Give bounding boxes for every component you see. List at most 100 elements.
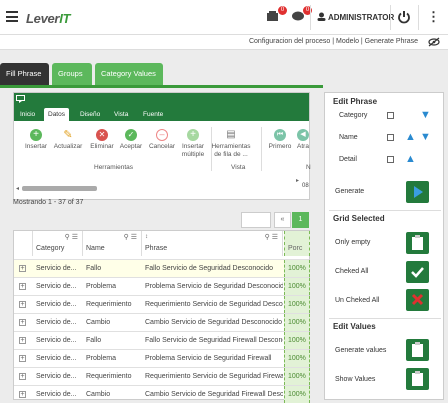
tab-category-values[interactable]: Category Values — [95, 63, 163, 85]
cell-porc: 100% — [284, 260, 310, 277]
name-checkbox[interactable] — [387, 134, 394, 141]
column-menu-icon[interactable]: ⚲ ☰ — [65, 233, 78, 241]
expand-row-icon[interactable]: + — [19, 319, 26, 326]
ribbon-scrollbar[interactable]: ◂ ▸ 08 — [14, 178, 309, 193]
column-header-category[interactable]: ⚲ ☰ Category — [33, 231, 83, 256]
ribbon-tab-datos[interactable]: Datos — [44, 108, 69, 121]
table-row[interactable]: + Servicio de... Problema Problema Servicio… — [14, 349, 310, 367]
tab-fill-phrase[interactable]: Fill Phrase — [0, 63, 49, 85]
ribbon-tab-diseno[interactable]: Diseño — [76, 108, 104, 121]
logo-accent: IT — [59, 11, 71, 26]
cell-phrase: Problema Servicio de Seguridad Firewall — [145, 355, 272, 362]
more-vertical-icon[interactable]: ⋮ — [427, 10, 440, 23]
accept-button[interactable]: ✓ Aceptar — [117, 129, 145, 151]
hide-eye-icon[interactable] — [428, 37, 440, 49]
table-row[interactable]: + Servicio de... Cambio Cambio Servicio de … — [14, 313, 310, 331]
only-empty-button[interactable] — [406, 232, 429, 254]
insert-multiple-button[interactable]: + Insertar múltiple — [178, 129, 208, 159]
records-count: Mostrando 1 - 37 of 37 — [13, 199, 84, 206]
table-row[interactable]: + Servicio de... Cambio Cambio Servicio de … — [14, 385, 310, 403]
table-row[interactable]: + Servicio de... Requerimiento Requerimient… — [14, 367, 310, 385]
move-down-icon[interactable]: ▼ — [420, 110, 431, 121]
cell-name: Requerimiento — [86, 301, 132, 308]
expand-row-icon[interactable]: + — [19, 337, 26, 344]
edit-panel: Edit Phrase Category ▼ Name ▲ ▼ Detail ▲… — [324, 92, 444, 400]
notification-badge: 0 — [278, 6, 287, 15]
first-button[interactable]: ⏮ Primero — [266, 129, 294, 151]
accept-label: Aceptar — [119, 143, 143, 150]
column-label-phrase: Phrase — [145, 245, 168, 252]
notifications-icon[interactable]: 0 — [266, 6, 287, 24]
delete-button[interactable]: ✕ Eliminar — [88, 129, 116, 151]
expand-row-icon[interactable]: + — [19, 265, 26, 272]
breadcrumb-bar: Configuracion del proceso | Modelo | Gen… — [0, 35, 448, 50]
column-menu-icon[interactable]: ⚲ ☰ — [124, 233, 137, 241]
cancel-icon: – — [156, 129, 168, 141]
unchecked-all-button[interactable] — [406, 289, 429, 311]
divider — [418, 5, 419, 30]
column-header-porc[interactable]: Porc — [284, 231, 310, 256]
scroll-right-icon[interactable]: ▸ — [296, 177, 299, 184]
menu-icon[interactable] — [6, 11, 18, 22]
cell-porc: 100% — [284, 332, 310, 349]
group-label-nav: N — [306, 164, 311, 171]
column-menu-icon[interactable]: ⚲ ☰ — [265, 233, 278, 241]
check-icon: ✓ — [125, 129, 137, 141]
ribbon-tab-inicio[interactable]: Inicio — [16, 108, 39, 121]
column-header-phrase[interactable]: ↕ ⚲ ☰ Phrase — [142, 231, 283, 256]
cell-name: Cambio — [86, 391, 111, 398]
cell-category: Servicio de... — [36, 283, 77, 290]
insert-button[interactable]: + Insertar — [22, 129, 50, 151]
table-row[interactable]: + Servicio de... Problema Problema Servicio… — [14, 277, 310, 295]
cell-name: Requerimiento — [86, 373, 132, 380]
expand-row-icon[interactable]: + — [19, 301, 26, 308]
back-button[interactable]: ◀ Atra — [296, 129, 310, 151]
column-label-category: Category — [36, 245, 65, 252]
messages-icon[interactable]: 0 — [291, 6, 312, 24]
pager-input[interactable] — [241, 212, 271, 228]
table-row[interactable]: + Servicio de... Requerimiento Requerimient… — [14, 295, 310, 313]
move-down-icon[interactable]: ▼ — [420, 132, 431, 143]
checked-all-button[interactable] — [406, 261, 429, 283]
cell-phrase: Cambio Servicio de Seguridad Desconocido — [145, 319, 282, 326]
group-label-herramientas: Herramientas — [94, 164, 134, 171]
user-menu[interactable]: ADMINISTRATOR — [317, 12, 394, 22]
expand-row-icon[interactable]: + — [19, 355, 26, 362]
row-tools-icon: ▤ — [226, 129, 236, 140]
delete-icon: ✕ — [96, 129, 108, 141]
ribbon-tab-fuente[interactable]: Fuente — [139, 108, 167, 121]
expand-row-icon[interactable]: + — [19, 283, 26, 290]
expand-row-icon[interactable]: + — [19, 373, 26, 380]
table-row[interactable]: + Servicio de... Fallo Fallo Servicio de Se… — [14, 331, 310, 349]
column-header-name[interactable]: ⚲ ☰ Name — [83, 231, 142, 256]
pager-first-icon[interactable]: « — [274, 212, 291, 228]
scroll-thumb[interactable] — [22, 186, 97, 191]
tab-groups[interactable]: Groups — [52, 63, 92, 85]
ribbon-tab-vista[interactable]: Vista — [110, 108, 132, 121]
detail-checkbox[interactable] — [387, 156, 394, 163]
expand-row-icon[interactable]: + — [19, 391, 26, 398]
category-checkbox[interactable] — [387, 112, 394, 119]
show-values-button[interactable] — [406, 368, 429, 390]
cancel-button[interactable]: – Cancelar — [147, 129, 177, 151]
logo-main: Lever — [26, 11, 60, 26]
generate-button[interactable] — [406, 181, 429, 203]
generate-values-button[interactable] — [406, 339, 429, 361]
power-icon[interactable] — [397, 10, 411, 26]
play-icon — [414, 186, 423, 198]
row-tools-button[interactable]: ▤ Herramientas de fila de ... — [211, 129, 251, 159]
move-up-icon[interactable]: ▲ — [405, 154, 416, 165]
logo: LeverIT — [26, 11, 70, 26]
pager-page-button[interactable]: 1 — [292, 212, 309, 228]
scroll-left-icon[interactable]: ◂ — [16, 185, 19, 192]
cancel-label: Cancelar — [148, 143, 175, 150]
cell-porc: 100% — [284, 296, 310, 313]
update-label: Actualizar — [53, 143, 83, 150]
show-values-label: Show Values — [335, 376, 376, 383]
update-button[interactable]: ✎ Actualizar — [52, 129, 84, 151]
phrase-grid: ⚲ ☰ Category ⚲ ☰ Name ↕ ⚲ ☰ Phrase Porc … — [13, 230, 310, 403]
table-row[interactable]: + Servicio de... Fallo Fallo Servicio de Se… — [14, 259, 310, 277]
cell-category: Servicio de... — [36, 373, 77, 380]
sort-icon[interactable]: ↕ — [145, 234, 148, 240]
move-up-icon[interactable]: ▲ — [405, 132, 416, 143]
